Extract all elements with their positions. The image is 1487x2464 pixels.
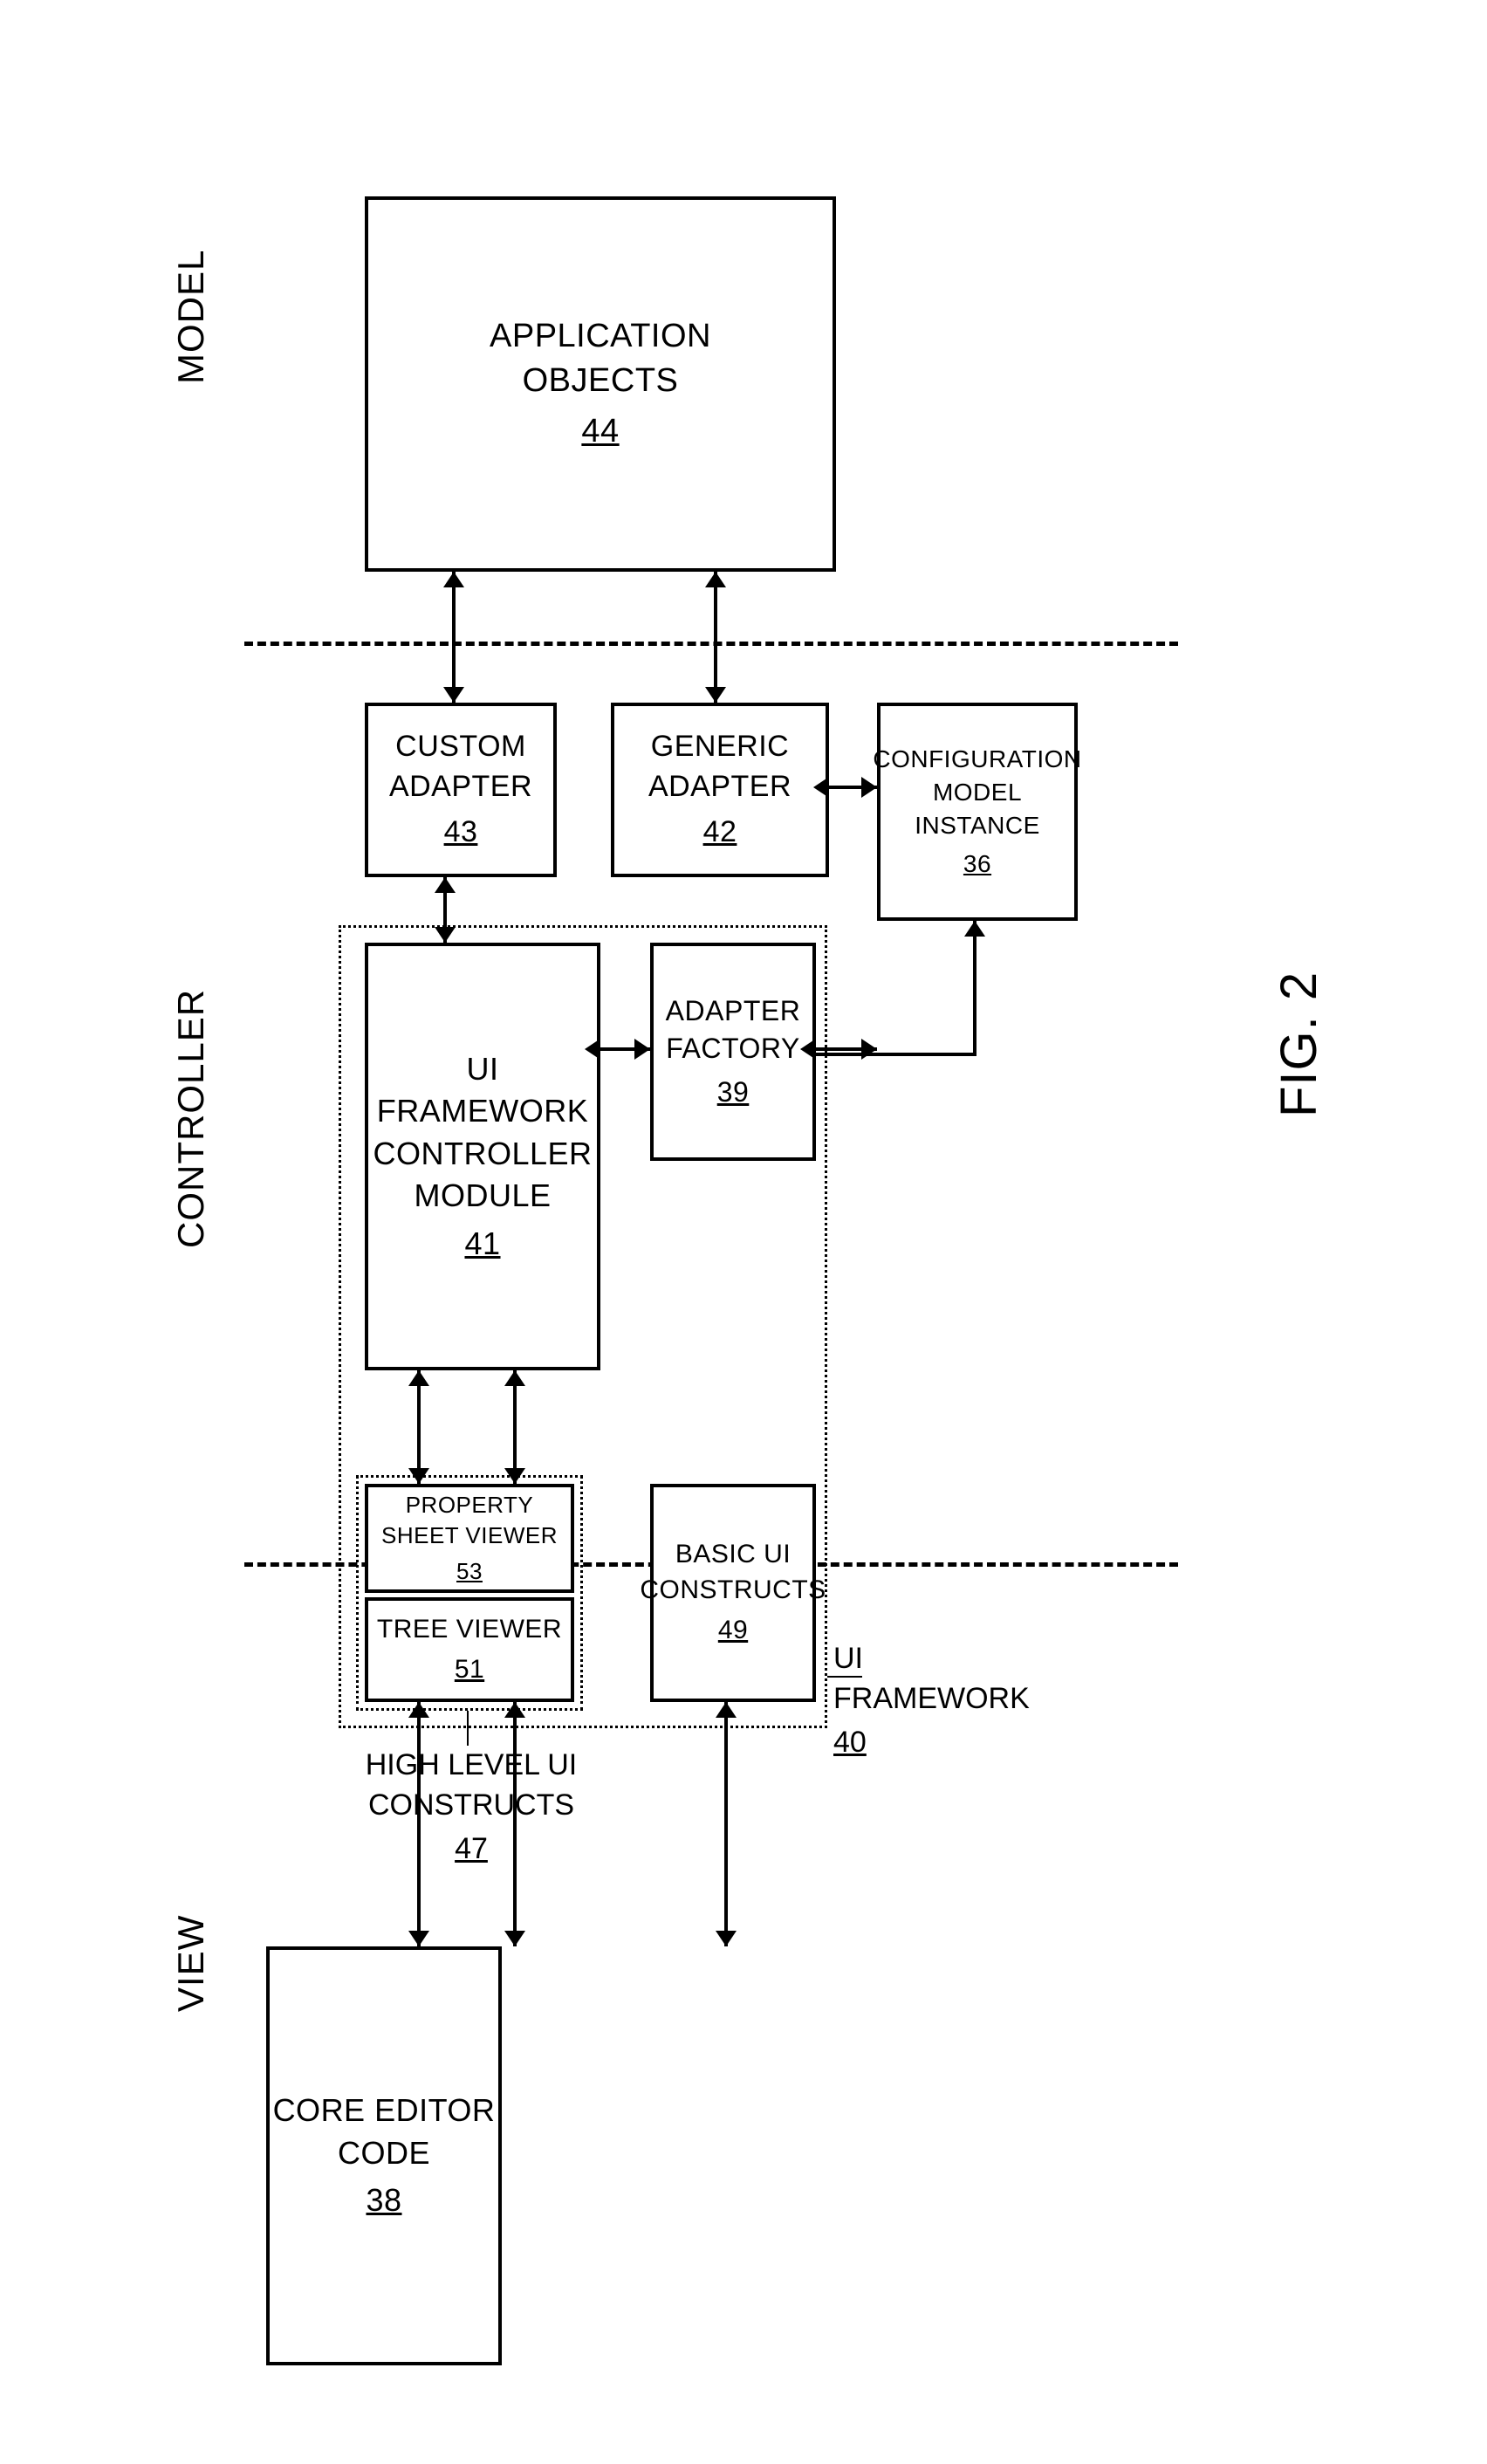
property-sheet-title: PROPERTY SHEET VIEWER (381, 1490, 558, 1551)
arrowhead (408, 1702, 429, 1718)
section-view-label: VIEW (170, 1915, 212, 2012)
app-objects-title: APPLICATION OBJECTS (490, 314, 711, 404)
ui-controller-num: 41 (464, 1223, 500, 1266)
high-level-group-title: HIGH LEVEL UI CONSTRUCTS (366, 1748, 577, 1822)
arrow (417, 1370, 421, 1484)
arrow (724, 1702, 728, 1946)
arrowhead (504, 1468, 525, 1484)
config-model-num: 36 (963, 848, 991, 881)
custom-adapter-block: CUSTOM ADAPTER 43 (365, 703, 557, 877)
arrowhead (408, 1468, 429, 1484)
basic-ui-title: BASIC UI CONSTRUCTS (640, 1537, 826, 1608)
core-editor-block: CORE EDITOR CODE 38 (266, 1946, 502, 2365)
arrowhead (443, 687, 464, 703)
custom-adapter-title: CUSTOM ADAPTER (389, 727, 532, 807)
adapter-factory-block: ADAPTER FACTORY 39 (650, 943, 816, 1161)
divider-controller-model (244, 642, 1178, 646)
generic-adapter-block: GENERIC ADAPTER 42 (611, 703, 829, 877)
figure-caption: FIG. 2 (1270, 971, 1328, 1117)
arrow (973, 921, 976, 1056)
ui-controller-title: UI FRAMEWORK CONTROLLER MODULE (368, 1048, 597, 1218)
high-level-group-label: HIGH LEVEL UI CONSTRUCTS 47 (340, 1746, 602, 1870)
tree-viewer-num: 51 (455, 1652, 484, 1688)
generic-adapter-title: GENERIC ADAPTER (648, 727, 791, 807)
arrow (714, 572, 717, 703)
generic-adapter-num: 42 (703, 813, 737, 853)
leader-line (827, 1676, 862, 1678)
arrowhead (408, 1931, 429, 1946)
config-model-block: CONFIGURATION MODEL INSTANCE 36 (877, 703, 1078, 921)
arrowhead (634, 1039, 650, 1060)
arrowhead (504, 1370, 525, 1386)
basic-ui-block: BASIC UI CONSTRUCTS 49 (650, 1484, 816, 1702)
basic-ui-num: 49 (718, 1613, 748, 1649)
arrowhead (705, 572, 726, 587)
app-objects-block: APPLICATION OBJECTS 44 (365, 196, 836, 572)
property-sheet-num: 53 (456, 1556, 483, 1587)
arrowhead (435, 877, 456, 893)
arrowhead (504, 1931, 525, 1946)
arrowhead (813, 777, 829, 798)
arrow (452, 572, 456, 703)
arrowhead (861, 777, 877, 798)
arrowhead (705, 687, 726, 703)
section-controller-label: CONTROLLER (170, 989, 212, 1248)
arrowhead (716, 1931, 737, 1946)
app-objects-num: 44 (581, 409, 619, 454)
ui-controller-block: UI FRAMEWORK CONTROLLER MODULE 41 (365, 943, 600, 1370)
ui-framework-group-num: 40 (833, 1723, 1052, 1763)
ui-framework-group-label: UI FRAMEWORK 40 (833, 1639, 1052, 1763)
arrowhead (964, 921, 985, 937)
arrowhead (408, 1370, 429, 1386)
core-editor-num: 38 (366, 2179, 401, 2222)
adapter-factory-title: ADAPTER FACTORY (666, 992, 801, 1067)
arrowhead (800, 1039, 816, 1060)
ui-framework-group-title: UI FRAMEWORK (833, 1642, 1030, 1715)
arrowhead (716, 1702, 737, 1718)
core-editor-title: CORE EDITOR CODE (273, 2090, 496, 2174)
config-model-title: CONFIGURATION MODEL INSTANCE (873, 743, 1081, 841)
tree-viewer-block: TREE VIEWER 51 (365, 1597, 574, 1702)
arrow (513, 1370, 517, 1484)
arrowhead (435, 927, 456, 943)
arrow (513, 1702, 517, 1946)
high-level-group-num: 47 (340, 1829, 602, 1870)
section-model-label: MODEL (170, 250, 212, 384)
leader-line (467, 1711, 469, 1746)
arrowhead (861, 1039, 877, 1060)
tree-viewer-title: TREE VIEWER (377, 1612, 562, 1648)
arrow (417, 1702, 421, 1946)
arrowhead (443, 572, 464, 587)
arrowhead (585, 1039, 600, 1060)
arrow-elbow (816, 1053, 976, 1056)
diagram-page: VIEW CONTROLLER MODEL UI FRAMEWORK 40 HI… (0, 0, 1487, 2464)
custom-adapter-num: 43 (444, 813, 478, 853)
arrowhead (504, 1702, 525, 1718)
adapter-factory-num: 39 (717, 1074, 750, 1111)
property-sheet-block: PROPERTY SHEET VIEWER 53 (365, 1484, 574, 1593)
